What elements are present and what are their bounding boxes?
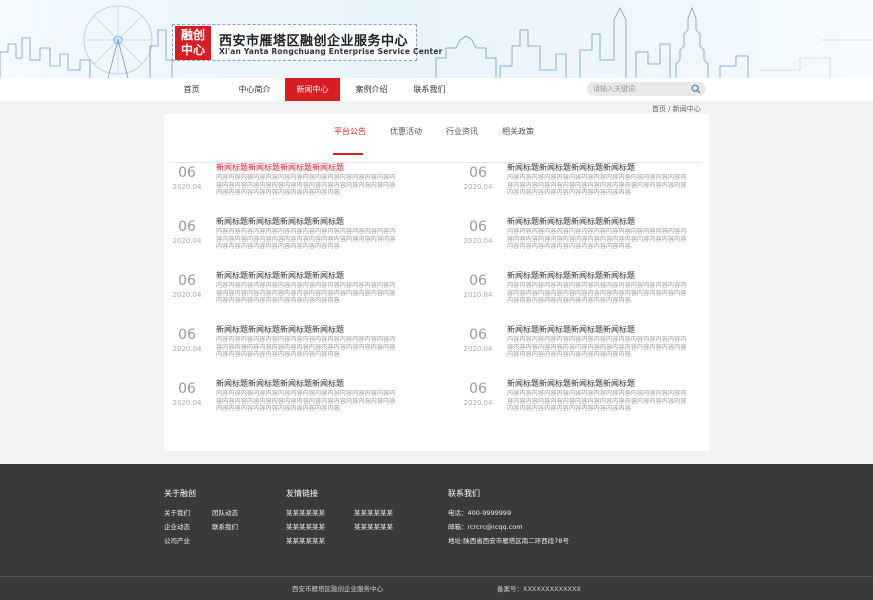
news-title[interactable]: 新闻标题新闻标题新闻标题新闻标题 xyxy=(507,378,635,389)
news-title[interactable]: 新闻标题新闻标题新闻标题新闻标题 xyxy=(507,270,635,281)
news-item[interactable]: 06 2020.04 新闻标题新闻标题新闻标题新闻标题 内容内容内容内容内容内容… xyxy=(455,324,705,368)
active-tab-indicator xyxy=(333,153,363,155)
footer-friend-link[interactable]: 某某某某某某 xyxy=(286,521,325,531)
main-nav: 首页 中心简介 新闻中心 案例介绍 联系我们 xyxy=(0,78,873,101)
news-summary: 内容内容内容内容内容内容内容内容内容内容内容内容内容内容内容内容内容内容内容内容… xyxy=(216,390,396,413)
footer-friend-link[interactable]: 某某某某某某 xyxy=(354,521,393,531)
footer-link-team-news[interactable]: 团队动态 xyxy=(212,507,238,517)
news-summary: 内容内容内容内容内容内容内容内容内容内容内容内容内容内容内容内容内容内容内容内容… xyxy=(216,228,396,251)
footer-link-company-news[interactable]: 企业动态 xyxy=(164,521,190,531)
breadcrumb: 首页 / 新闻中心 xyxy=(652,105,701,113)
site-logo[interactable]: 融创 中心 西安市雁塔区融创企业服务中心 Xi'an Yanta Rongchu… xyxy=(172,24,442,61)
logo-seal-icon: 融创 中心 xyxy=(175,26,211,60)
footer-phone: 电话：400-9999999 xyxy=(448,509,512,517)
news-item[interactable]: 06 2020.04 新闻标题新闻标题新闻标题新闻标题 内容内容内容内容内容内容… xyxy=(164,162,414,206)
news-summary: 内容内容内容内容内容内容内容内容内容内容内容内容内容内容内容内容内容内容内容内容… xyxy=(507,174,687,197)
news-summary: 内容内容内容内容内容内容内容内容内容内容内容内容内容内容内容内容内容内容内容内容… xyxy=(216,282,396,305)
news-title[interactable]: 新闻标题新闻标题新闻标题新闻标题 xyxy=(216,270,344,281)
news-summary: 内容内容内容内容内容内容内容内容内容内容内容内容内容内容内容内容内容内容内容内容… xyxy=(507,336,687,359)
footer-friend-link[interactable]: 某某某某某某 xyxy=(286,507,325,517)
news-summary: 内容内容内容内容内容内容内容内容内容内容内容内容内容内容内容内容内容内容内容内容… xyxy=(216,336,396,359)
news-item[interactable]: 06 2020.04 新闻标题新闻标题新闻标题新闻标题 内容内容内容内容内容内容… xyxy=(455,162,705,206)
header-banner: 融创 中心 西安市雁塔区融创企业服务中心 Xi'an Yanta Rongchu… xyxy=(0,0,873,78)
site-subtitle: Xi'an Yanta Rongchuang Enterprise Servic… xyxy=(219,47,443,56)
news-item[interactable]: 06 2020.04 新闻标题新闻标题新闻标题新闻标题 内容内容内容内容内容内容… xyxy=(164,378,414,422)
news-title[interactable]: 新闻标题新闻标题新闻标题新闻标题 xyxy=(216,162,344,173)
footer-icp: 备案号：XXXXXXXXXXXXX xyxy=(497,585,581,593)
news-summary: 内容内容内容内容内容内容内容内容内容内容内容内容内容内容内容内容内容内容内容内容… xyxy=(216,174,396,197)
news-summary: 内容内容内容内容内容内容内容内容内容内容内容内容内容内容内容内容内容内容内容内容… xyxy=(507,228,687,251)
footer-friend-link[interactable]: 某某某某某某 xyxy=(354,507,393,517)
news-panel: 平台公告 优惠活动 行业资讯 相关政策 06 2020.04 新闻标题新闻标题新… xyxy=(164,114,709,451)
footer-copyright: 西安市雁塔区融创企业服务中心 xyxy=(292,585,383,593)
news-item[interactable]: 06 2020.04 新闻标题新闻标题新闻标题新闻标题 内容内容内容内容内容内容… xyxy=(164,270,414,314)
news-title[interactable]: 新闻标题新闻标题新闻标题新闻标题 xyxy=(507,216,635,227)
footer-friend-link[interactable]: 某某某某某某 xyxy=(286,535,325,545)
news-tabs: 平台公告 优惠活动 行业资讯 相关政策 xyxy=(164,126,709,163)
footer-about-heading: 关于融创 xyxy=(164,489,196,498)
news-title[interactable]: 新闻标题新闻标题新闻标题新闻标题 xyxy=(216,378,344,389)
city-skyline-illustration xyxy=(0,5,873,78)
nav-item-contact[interactable]: 联系我们 xyxy=(402,78,457,101)
tab-promotions[interactable]: 优惠活动 xyxy=(390,126,422,137)
footer-contact-heading: 联系我们 xyxy=(448,489,480,498)
footer-link-about-us[interactable]: 关于我们 xyxy=(164,507,190,517)
nav-item-home[interactable]: 首页 xyxy=(164,78,219,101)
nav-item-cases[interactable]: 案例介绍 xyxy=(344,78,399,101)
footer-link-industries[interactable]: 公司产业 xyxy=(164,535,190,545)
nav-item-news[interactable]: 新闻中心 xyxy=(285,78,340,101)
news-title[interactable]: 新闻标题新闻标题新闻标题新闻标题 xyxy=(507,324,635,335)
news-title[interactable]: 新闻标题新闻标题新闻标题新闻标题 xyxy=(507,162,635,173)
footer-divider xyxy=(0,576,873,577)
nav-item-about[interactable]: 中心简介 xyxy=(227,78,282,101)
tab-announcements[interactable]: 平台公告 xyxy=(334,126,366,137)
site-footer: 关于融创 关于我们 团队动态 企业动态 联系我们 公司产业 友情链接 某某某某某… xyxy=(0,464,873,600)
news-summary: 内容内容内容内容内容内容内容内容内容内容内容内容内容内容内容内容内容内容内容内容… xyxy=(507,390,687,413)
footer-email[interactable]: 邮箱：rcrcrc@rcqq.com xyxy=(448,521,523,531)
news-title[interactable]: 新闻标题新闻标题新闻标题新闻标题 xyxy=(216,324,344,335)
tab-industry-news[interactable]: 行业资讯 xyxy=(446,126,478,137)
news-summary: 内容内容内容内容内容内容内容内容内容内容内容内容内容内容内容内容内容内容内容内容… xyxy=(507,282,687,305)
news-item[interactable]: 06 2020.04 新闻标题新闻标题新闻标题新闻标题 内容内容内容内容内容内容… xyxy=(455,270,705,314)
footer-address: 地址:陕西省西安市雁塔区南二环西段78号 xyxy=(448,537,569,545)
news-item[interactable]: 06 2020.04 新闻标题新闻标题新闻标题新闻标题 内容内容内容内容内容内容… xyxy=(455,216,705,260)
search-icon[interactable] xyxy=(691,84,701,94)
search-placeholder: 请输入关键词 xyxy=(593,85,635,93)
news-title[interactable]: 新闻标题新闻标题新闻标题新闻标题 xyxy=(216,216,344,227)
footer-link-contact[interactable]: 联系我们 xyxy=(212,521,238,531)
search-input[interactable]: 请输入关键词 xyxy=(587,82,706,96)
news-item[interactable]: 06 2020.04 新闻标题新闻标题新闻标题新闻标题 内容内容内容内容内容内容… xyxy=(455,378,705,422)
footer-links-heading: 友情链接 xyxy=(286,489,318,498)
tab-policies[interactable]: 相关政策 xyxy=(502,126,534,137)
news-item[interactable]: 06 2020.04 新闻标题新闻标题新闻标题新闻标题 内容内容内容内容内容内容… xyxy=(164,216,414,260)
news-item[interactable]: 06 2020.04 新闻标题新闻标题新闻标题新闻标题 内容内容内容内容内容内容… xyxy=(164,324,414,368)
